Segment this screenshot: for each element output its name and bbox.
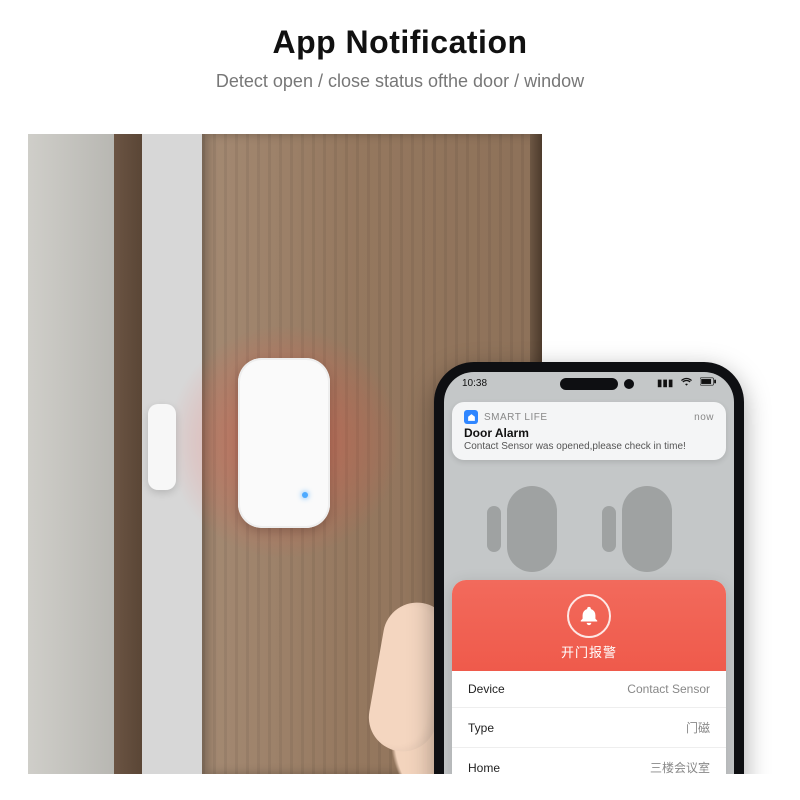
value-home: 三楼会议室 bbox=[650, 759, 710, 774]
sensor-magnet bbox=[148, 404, 176, 490]
sensor-led-icon bbox=[302, 492, 308, 498]
notif-title: Door Alarm bbox=[464, 426, 714, 440]
page-subtitle: Detect open / close status ofthe door / … bbox=[0, 61, 800, 92]
notif-message: Contact Sensor was opened,please check i… bbox=[464, 441, 714, 452]
door-frame bbox=[114, 134, 142, 774]
label-home: Home bbox=[468, 761, 500, 775]
frame bbox=[0, 0, 28, 800]
value-device: Contact Sensor bbox=[627, 682, 710, 696]
frame bbox=[772, 0, 800, 800]
phone-screen: 10:38 ▮▮▮ bbox=[444, 372, 734, 774]
background-shapes bbox=[444, 468, 734, 580]
smartlife-app-icon bbox=[464, 410, 478, 424]
header: App Notification Detect open / close sta… bbox=[0, 0, 800, 134]
phone-mockup: 10:38 ▮▮▮ bbox=[434, 362, 744, 774]
page-title: App Notification bbox=[0, 0, 800, 61]
signal-icon: ▮▮▮ bbox=[657, 378, 674, 389]
status-icons: ▮▮▮ bbox=[652, 377, 716, 389]
sensor-silhouette bbox=[507, 486, 557, 572]
alarm-card-header: 开门报警 bbox=[452, 580, 726, 671]
status-time: 10:38 bbox=[462, 378, 487, 389]
notif-app-name: SMART LIFE bbox=[484, 412, 548, 423]
row-home: Home 三楼会议室 bbox=[452, 747, 726, 774]
row-device: Device Contact Sensor bbox=[452, 671, 726, 707]
frame bbox=[0, 774, 800, 800]
push-notification[interactable]: SMART LIFE now Door Alarm Contact Sensor… bbox=[452, 402, 726, 460]
battery-icon bbox=[700, 377, 716, 389]
product-photo: 10:38 ▮▮▮ bbox=[28, 134, 772, 774]
bell-icon bbox=[567, 594, 611, 638]
row-type: Type 门磁 bbox=[452, 707, 726, 747]
wifi-icon bbox=[681, 377, 692, 389]
sensor-body bbox=[238, 358, 330, 528]
alarm-card-title: 开门报警 bbox=[452, 642, 726, 661]
label-device: Device bbox=[468, 682, 505, 696]
sensor-silhouette bbox=[622, 486, 672, 572]
notif-timestamp: now bbox=[694, 412, 714, 423]
alarm-card: 开门报警 Device Contact Sensor Type 门磁 Home … bbox=[452, 580, 726, 774]
wall bbox=[28, 134, 114, 774]
camera-cutout bbox=[560, 378, 618, 390]
value-type: 门磁 bbox=[686, 719, 710, 736]
label-type: Type bbox=[468, 721, 494, 735]
